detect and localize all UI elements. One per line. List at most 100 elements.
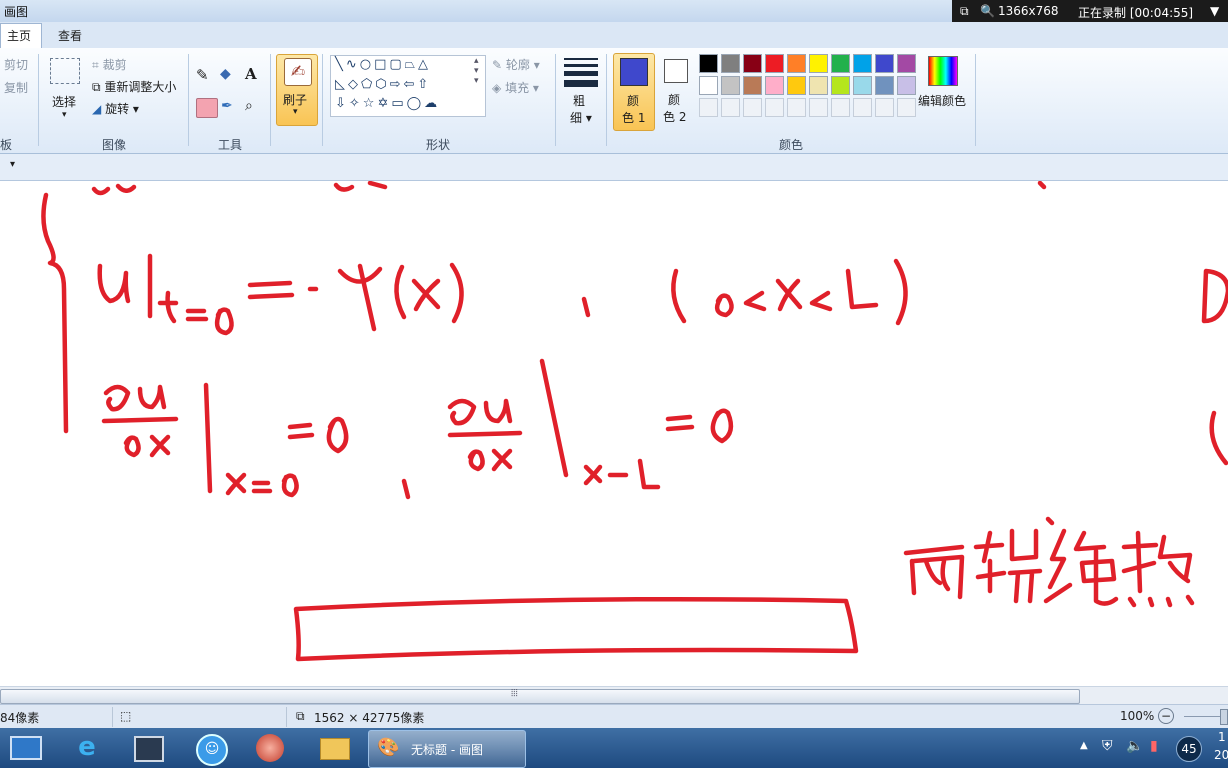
brush-dropdown-icon: ▾: [293, 107, 298, 117]
ink-stroke: [91, 181, 1047, 196]
rotate-button[interactable]: ◢ 旋转 ▾: [92, 100, 139, 117]
palette-swatch[interactable]: [743, 76, 762, 95]
pencil-icon[interactable]: ✎: [196, 66, 216, 86]
security-shield-icon[interactable]: ⛨: [1102, 738, 1113, 754]
palette-swatch[interactable]: [853, 76, 872, 95]
clock-time[interactable]: 1: [1218, 730, 1226, 744]
edit-colors-button[interactable]: 编辑颜色: [918, 92, 966, 109]
volume-icon[interactable]: 🔈: [1126, 738, 1143, 754]
palette-empty-swatch[interactable]: [897, 98, 916, 117]
palette-empty-swatch[interactable]: [699, 98, 718, 117]
customize-dropdown-icon[interactable]: ▾: [10, 159, 15, 170]
size-label-1[interactable]: 粗: [573, 92, 585, 109]
palette-swatch[interactable]: [765, 76, 784, 95]
zoom-slider-thumb[interactable]: [1220, 709, 1228, 725]
palette-empty-swatch[interactable]: [831, 98, 850, 117]
shapes-gallery[interactable]: ╲∿○□▢⏢△ ◺◇⬠⬡⇨⇦⇧ ⇩✧☆✡▭◯☁: [330, 55, 486, 117]
color-picker-icon[interactable]: ✒: [221, 98, 241, 118]
resize-button[interactable]: ⧉ 重新调整大小: [92, 78, 176, 95]
zoom-icon[interactable]: 🔍: [980, 4, 995, 18]
restore-icon[interactable]: ⧉: [960, 4, 969, 19]
horizontal-scrollbar[interactable]: ⦙⦙⦙: [0, 686, 1228, 705]
palette-swatch[interactable]: [809, 54, 828, 73]
zoom-out-button[interactable]: −: [1158, 708, 1174, 724]
color1-button[interactable]: 颜 色 1: [613, 53, 655, 131]
palette-empty-swatch[interactable]: [743, 98, 762, 117]
taskbar-paint-button[interactable]: 🎨 无标题 - 画图: [368, 730, 526, 768]
cut-button[interactable]: 剪切: [4, 56, 28, 73]
ink-stroke: [337, 263, 383, 332]
ie-icon[interactable]: e: [64, 732, 110, 764]
ink-stroke: [326, 416, 349, 454]
zoom-slider[interactable]: [1184, 716, 1224, 717]
palette-empty-swatch[interactable]: [787, 98, 806, 117]
file-explorer-icon[interactable]: [310, 732, 356, 764]
palette-empty-swatch[interactable]: [809, 98, 828, 117]
copy-button[interactable]: 复制: [4, 79, 28, 96]
ink-stroke: [491, 448, 513, 472]
palette-empty-swatch[interactable]: [765, 98, 784, 117]
palette-swatch[interactable]: [853, 54, 872, 73]
recorder-menu-icon[interactable]: ▼: [1210, 4, 1219, 18]
outline-button[interactable]: ✎ 轮廓 ▾: [492, 56, 540, 73]
palette-swatch[interactable]: [897, 76, 916, 95]
palette-swatch[interactable]: [721, 76, 740, 95]
scroll-thumb[interactable]: ⦙⦙⦙: [0, 688, 1080, 704]
palette-swatch[interactable]: [875, 76, 894, 95]
palette-empty-swatch[interactable]: [875, 98, 894, 117]
performance-badge[interactable]: 45: [1176, 736, 1202, 762]
palette-swatch[interactable]: [897, 54, 916, 73]
tray-expand-icon[interactable]: ▲: [1080, 740, 1088, 751]
chat-app-icon[interactable]: ☺: [186, 732, 232, 766]
resize-label: 重新调整大小: [104, 80, 177, 94]
taskbar: e ☺ 🎨 无标题 - 画图 ▲ ⛨ 🔈 ▮ 45 1 20: [0, 728, 1228, 768]
ink-stroke: [973, 528, 1043, 604]
palette-empty-swatch[interactable]: [853, 98, 872, 117]
window-manager-icon[interactable]: [124, 732, 170, 764]
select-icon[interactable]: [50, 58, 80, 84]
text-tool-icon[interactable]: A: [245, 65, 265, 85]
ink-stroke: [893, 258, 908, 326]
palette-swatch[interactable]: [787, 76, 806, 95]
palette-empty-swatch[interactable]: [721, 98, 740, 117]
palette-swatch[interactable]: [875, 54, 894, 73]
palette-swatch[interactable]: [743, 54, 762, 73]
palette-swatch[interactable]: [765, 54, 784, 73]
select-dropdown-icon[interactable]: ▾: [62, 110, 67, 120]
fill-bucket-icon[interactable]: ◆: [220, 66, 240, 86]
show-desktop-icon[interactable]: [2, 732, 48, 764]
palette-swatch[interactable]: [787, 54, 806, 73]
palette-swatch[interactable]: [809, 76, 828, 95]
clock-date[interactable]: 20: [1214, 748, 1228, 762]
ink-stroke: [449, 262, 464, 324]
ink-stroke: [101, 416, 179, 424]
color2-button[interactable]: 颜 色 2: [657, 53, 697, 129]
brush-button[interactable]: ✍ 刷子 ▾: [276, 54, 318, 126]
recorder-resolution: 1366x768: [998, 4, 1059, 18]
grip-icon: ⦙⦙⦙: [511, 688, 518, 699]
edit-colors-icon[interactable]: [928, 56, 958, 86]
ink-stroke: [903, 544, 965, 600]
select-button[interactable]: 选择: [52, 93, 76, 110]
palette-swatch[interactable]: [699, 54, 718, 73]
eraser-icon[interactable]: [196, 98, 218, 118]
palette-swatch[interactable]: [831, 76, 850, 95]
size-icon[interactable]: [564, 58, 598, 87]
magnifier-icon[interactable]: ⌕: [245, 98, 265, 118]
selection-size-icon: ⬚: [120, 709, 132, 723]
tab-view[interactable]: 查看: [52, 24, 88, 48]
crop-button[interactable]: ⌗ 裁剪: [92, 56, 127, 73]
palette-swatch[interactable]: [721, 54, 740, 73]
palette-swatch[interactable]: [831, 54, 850, 73]
ink-stroke: [411, 278, 441, 312]
recorder-tray-icon[interactable]: ▮: [1150, 738, 1158, 754]
fill-button[interactable]: ◈ 填充 ▾: [492, 79, 539, 96]
drawing-canvas[interactable]: [0, 181, 1228, 686]
media-app-icon[interactable]: [246, 732, 292, 764]
paint-app-icon: 🎨: [377, 737, 400, 758]
palette-swatch[interactable]: [699, 76, 718, 95]
color1-label-1: 颜: [627, 94, 640, 108]
tab-home[interactable]: 主页: [0, 23, 42, 48]
shapes-scroll-icon[interactable]: ▴ ▾ ▾: [474, 56, 479, 86]
size-label-2[interactable]: 细 ▾: [570, 109, 592, 126]
